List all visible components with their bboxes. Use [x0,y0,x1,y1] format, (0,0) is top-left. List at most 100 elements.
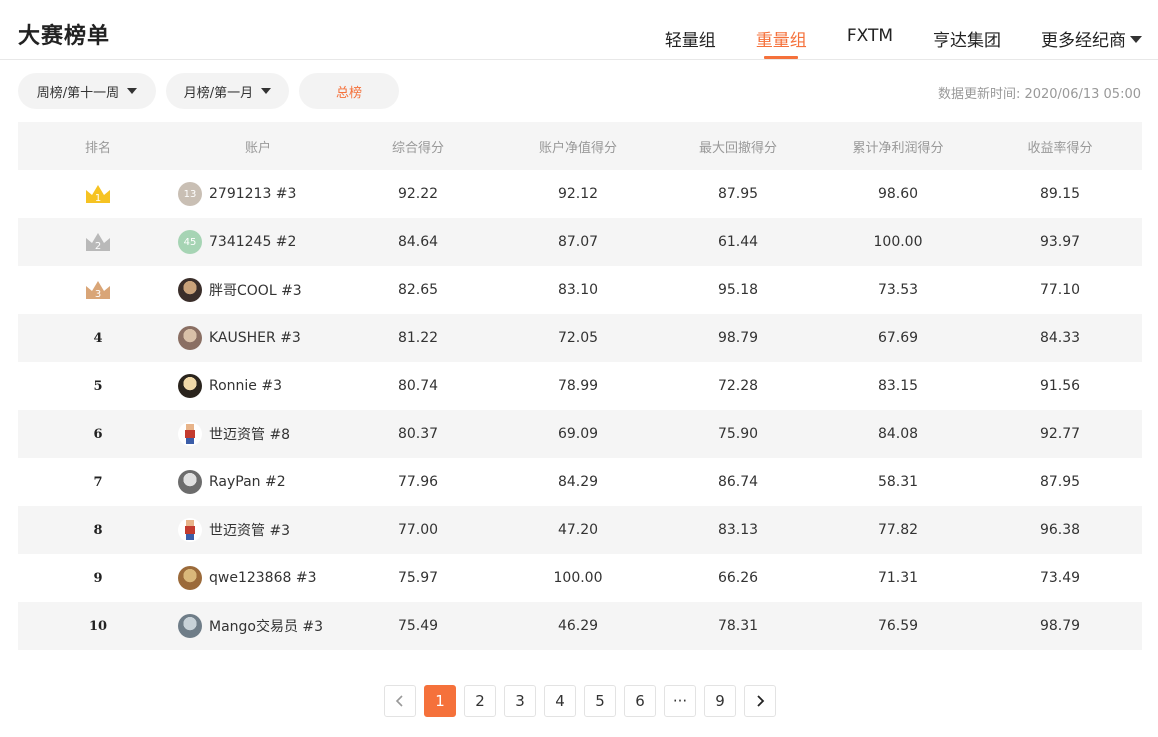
account-cell: 胖哥COOL #3 [178,278,338,302]
rank-cell: 3 [18,278,178,302]
account-name[interactable]: 世迈资管 #3 [209,520,290,540]
account-cell: Mango交易员 #3 [178,614,338,638]
profit-score-cell: 76.59 [877,618,919,634]
yield-score-cell: 92.77 [1039,426,1081,442]
column-header-equity-score: 账户净值得分 [538,140,617,156]
yield-score-cell: 98.79 [1039,618,1081,634]
caret-down-icon [127,88,138,94]
avatar [178,518,202,542]
tab-more-brokers-label: 更多经纪商 [1041,31,1126,51]
equity-score-cell: 87.07 [557,234,599,250]
account-name[interactable]: 胖哥COOL #3 [209,280,302,300]
prev-page-button[interactable] [384,685,416,717]
column-header-rank: 排名 [84,140,111,156]
crown-silver-icon: 2 [83,230,113,254]
account-cell: RayPan #2 [178,470,338,494]
total-score-cell: 75.97 [397,570,439,586]
drawdown-score-cell: 72.28 [717,378,759,394]
weekly-ranking-label: 周榜/第十一周 [36,85,120,101]
drawdown-score-cell: 61.44 [717,234,759,250]
total-score-cell: 80.37 [397,426,439,442]
drawdown-score-cell: 78.31 [717,618,759,634]
tab-hantec-group[interactable]: 亨达集团 [933,0,1001,60]
total-score-cell: 82.65 [397,282,439,298]
page-button[interactable]: 4 [544,685,576,717]
page-button[interactable]: 9 [704,685,736,717]
tab-fxtm[interactable]: FXTM [847,0,893,60]
rank-cell: 1 [18,182,178,206]
avatar [178,614,202,638]
monthly-ranking-label: 月榜/第一月 [183,85,254,101]
group-tabs: 轻量组 重量组 FXTM 亨达集团 更多经纪商 [625,0,1142,60]
rank-cell: 2 [18,230,178,254]
table-row[interactable]: 3 胖哥COOL #3 82.65 83.10 95.18 73.53 77.10 [18,266,1142,314]
update-time: 数据更新时间: 2020/06/13 05:00 [937,87,1141,102]
drawdown-score-cell: 83.13 [717,522,759,538]
weekly-ranking-select[interactable]: 周榜/第十一周 [18,73,156,109]
total-ranking-button[interactable]: 总榜 [299,73,399,109]
table-row[interactable]: 1 13 2791213 #3 92.22 92.12 87.95 98.60 89.15 [18,170,1142,218]
yield-score-cell: 77.10 [1039,282,1081,298]
table-row[interactable]: 7 RayPan #2 77.96 84.29 86.74 58.31 87.95 [18,458,1142,506]
tab-more-brokers[interactable]: 更多经纪商 [1041,0,1142,60]
table-row[interactable]: 6 世迈资管 #8 80.37 69.09 75.90 84.08 92.77 [18,410,1142,458]
tab-heavy-group[interactable]: 重量组 [756,0,807,60]
table-row[interactable]: 4 KAUSHER #3 81.22 72.05 98.79 67.69 84.33 [18,314,1142,362]
table-row[interactable]: 9 qwe123868 #3 75.97 100.00 66.26 71.31 73.49 [18,554,1142,602]
rank-number: 1 [95,193,101,204]
leaderboard-table: 排名 账户 综合得分 账户净值得分 最大回撤得分 累计净利润得分 收益率得分 1… [18,122,1142,650]
page-button[interactable]: 2 [464,685,496,717]
rank-number: 3 [95,289,101,300]
page-button[interactable]: 3 [504,685,536,717]
table-row[interactable]: 10 Mango交易员 #3 75.49 46.29 78.31 76.59 98.79 [18,602,1142,650]
account-name[interactable]: Mango交易员 #3 [209,616,323,636]
drawdown-score-cell: 66.26 [717,570,759,586]
avatar [178,326,202,350]
column-header-account: 账户 [244,140,271,156]
equity-score-cell: 72.05 [557,330,599,346]
rank-cell: 5 [18,378,178,394]
account-name[interactable]: Ronnie #3 [209,378,282,394]
account-name[interactable]: qwe123868 #3 [209,570,316,586]
avatar [178,422,202,446]
rank-number: 10 [88,619,108,634]
drawdown-score-cell: 98.79 [717,330,759,346]
page-button[interactable]: 6 [624,685,656,717]
account-name[interactable]: 世迈资管 #8 [209,424,290,444]
table-row[interactable]: 5 Ronnie #3 80.74 78.99 72.28 83.15 91.56 [18,362,1142,410]
account-cell: Ronnie #3 [178,374,338,398]
total-score-cell: 77.96 [397,474,439,490]
rank-number: 5 [93,379,103,394]
account-name[interactable]: RayPan #2 [209,474,286,490]
chevron-left-icon [395,695,403,707]
table-row[interactable]: 8 世迈资管 #3 77.00 47.20 83.13 77.82 96.38 [18,506,1142,554]
profit-score-cell: 58.31 [877,474,919,490]
rank-number: 4 [93,331,103,346]
yield-score-cell: 91.56 [1039,378,1081,394]
account-name[interactable]: 7341245 #2 [209,234,296,250]
account-cell: KAUSHER #3 [178,326,338,350]
page-button[interactable]: 1 [424,685,456,717]
page-ellipsis[interactable]: ··· [664,685,696,717]
equity-score-cell: 46.29 [557,618,599,634]
profit-score-cell: 100.00 [873,234,923,250]
rank-number: 6 [93,427,103,442]
drawdown-score-cell: 75.90 [717,426,759,442]
equity-score-cell: 83.10 [557,282,599,298]
total-score-cell: 92.22 [397,186,439,202]
page-button[interactable]: 5 [584,685,616,717]
yield-score-cell: 93.97 [1039,234,1081,250]
total-score-cell: 80.74 [397,378,439,394]
table-header: 排名 账户 综合得分 账户净值得分 最大回撤得分 累计净利润得分 收益率得分 [18,122,1142,170]
tab-light-group[interactable]: 轻量组 [665,0,716,60]
account-name[interactable]: KAUSHER #3 [209,330,301,346]
table-row[interactable]: 2 45 7341245 #2 84.64 87.07 61.44 100.00 93.97 [18,218,1142,266]
equity-score-cell: 92.12 [557,186,599,202]
equity-score-cell: 100.00 [553,570,603,586]
monthly-ranking-select[interactable]: 月榜/第一月 [166,73,289,109]
account-name[interactable]: 2791213 #3 [209,186,296,202]
table-body: 1 13 2791213 #3 92.22 92.12 87.95 98.60 89.15 2 4… [18,170,1142,650]
rank-cell: 8 [18,522,178,538]
total-score-cell: 75.49 [397,618,439,634]
next-page-button[interactable] [744,685,776,717]
